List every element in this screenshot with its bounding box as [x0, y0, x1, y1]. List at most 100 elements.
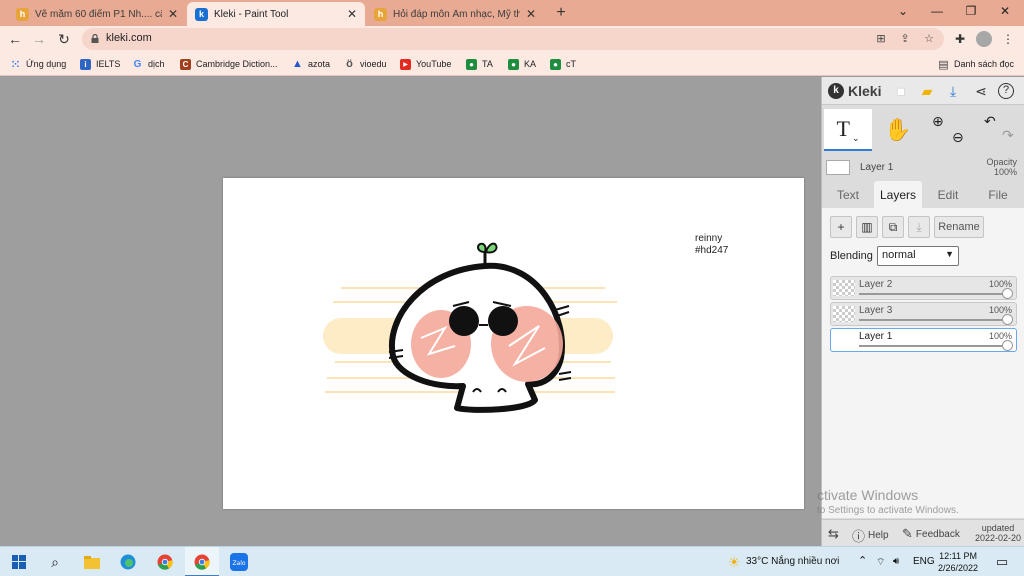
tab-layers[interactable]: Layers — [874, 181, 922, 209]
file-explorer-icon[interactable] — [82, 552, 102, 572]
slider-knob[interactable] — [1002, 340, 1013, 351]
layer-thumbnail — [833, 306, 855, 322]
delete-layer-button[interactable]: ▥ — [856, 216, 878, 238]
rename-layer-button[interactable]: Rename — [934, 216, 984, 238]
merge-layer-button[interactable]: ⤓ — [908, 216, 930, 238]
google-icon: G — [133, 58, 142, 70]
help-button[interactable]: ⓘ Help — [852, 526, 889, 545]
zoom-in-icon[interactable]: ⊕ — [932, 113, 944, 130]
weather-text[interactable]: 33°C Nắng nhiều nơi — [746, 556, 839, 567]
share-icon[interactable]: ⇪ — [898, 32, 912, 46]
new-image-icon[interactable]: ■ — [892, 82, 910, 100]
close-tab-icon[interactable]: ✕ — [526, 7, 536, 21]
duplicate-layer-button[interactable]: ⧉ — [882, 216, 904, 238]
feedback-button[interactable]: ✎ Feedback — [902, 526, 960, 542]
maximize-button[interactable]: ❐ — [954, 0, 988, 24]
current-layer-name: Layer 1 — [860, 162, 894, 173]
layers-tab-body: + ▥ ⧉ ⤓ Rename Blending normal ▼ Layer 2… — [822, 208, 1024, 518]
bookmark-azota[interactable]: ▲ azota — [292, 56, 330, 72]
close-window-button[interactable]: ✕ — [988, 0, 1022, 24]
layer-opacity-slider[interactable] — [859, 319, 1006, 321]
undo-icon[interactable]: ↶ — [984, 113, 996, 130]
browser-toolbar: ← → ↻ kleki.com ⊞ ⇪ ☆ ✚ ⋮ — [0, 26, 1024, 52]
edge-icon[interactable] — [118, 552, 138, 572]
menu-dots-icon[interactable]: ⋮ — [1000, 31, 1016, 47]
zalo-icon[interactable]: Zalo — [229, 552, 249, 572]
browser-tab-2[interactable]: k Kleki - Paint Tool ✕ — [187, 2, 365, 26]
profile-avatar[interactable] — [976, 31, 992, 47]
bookmark-apps[interactable]: ⁙ Ứng dụng — [10, 56, 66, 72]
bookmark-ka[interactable]: ● KA — [508, 56, 536, 72]
close-tab-icon[interactable]: ✕ — [168, 7, 178, 21]
address-bar[interactable]: kleki.com ⊞ ⇪ ☆ — [82, 28, 944, 50]
text-tool-button[interactable]: T ⌄ — [824, 109, 872, 151]
sprout-leaf-left — [477, 242, 487, 254]
zoom-out-icon[interactable]: ⊖ — [952, 129, 964, 146]
tab-edit[interactable]: Edit — [928, 181, 968, 209]
layer-item-2[interactable]: Layer 2 100% — [830, 276, 1017, 300]
windows-taskbar: ⌕ Zalo ☀ 33°C Nắng nhiều nơi ⌃ ⌔ 🔊︎ ENG … — [0, 546, 1024, 576]
bookmark-star-icon[interactable]: ☆ — [922, 32, 936, 46]
bookmark-dich[interactable]: G dịch — [132, 56, 165, 72]
chrome-icon[interactable] — [155, 552, 175, 572]
tab-search-button[interactable]: ⌄ — [886, 0, 920, 24]
ielts-icon: i — [80, 58, 91, 70]
system-clock[interactable]: 12:11 PM 2/26/2022 — [938, 550, 978, 574]
download-icon[interactable]: ⤓ — [944, 82, 962, 100]
minimize-button[interactable]: — — [920, 0, 954, 24]
slider-knob[interactable] — [1002, 314, 1013, 325]
translate-icon[interactable]: ⊞ — [874, 32, 888, 46]
tray-overflow-icon[interactable]: ⌃ — [858, 554, 867, 567]
bookmark-ielts[interactable]: i IELTS — [80, 56, 120, 72]
canvas-workspace[interactable]: reinny #hd247 — [0, 77, 821, 546]
reading-list[interactable]: ▤ Danh sách đọc — [938, 56, 1014, 72]
swap-panel-button[interactable]: ⇆ — [828, 526, 842, 542]
forward-arrow-icon[interactable]: → — [30, 30, 48, 48]
notifications-icon[interactable]: ▭ — [992, 552, 1012, 572]
color-swatch[interactable] — [826, 160, 850, 175]
hand-tool-button[interactable]: ✋ — [874, 109, 922, 151]
bookmark-ta[interactable]: ● TA — [466, 56, 493, 72]
tab-text[interactable]: Text — [828, 181, 868, 209]
tab-file[interactable]: File — [978, 181, 1018, 209]
cute-blob-drawing — [323, 242, 617, 413]
search-icon[interactable]: ⌕ — [45, 552, 65, 572]
help-icon[interactable]: ? — [998, 83, 1014, 99]
reload-icon[interactable]: ↻ — [55, 30, 73, 48]
add-layer-button[interactable]: + — [830, 216, 852, 238]
bookmark-ct[interactable]: ● cT — [550, 56, 576, 72]
zoom-buttons: ⊕ ⊖ — [926, 109, 974, 151]
browser-tab-1[interactable]: h Vẽ mẵm 60 điểm P1 Nh.... câu hỏ ✕ — [8, 2, 186, 26]
open-folder-icon[interactable]: ▰ — [918, 82, 936, 100]
browser-tab-3[interactable]: h Hỏi đáp môn Âm nhạc, Mỹ thuật, ✕ — [366, 2, 544, 26]
network-icon[interactable]: ⌔ — [876, 556, 885, 569]
left-eye — [449, 306, 479, 336]
drawing-canvas[interactable]: reinny #hd247 — [223, 178, 804, 509]
close-tab-icon[interactable]: ✕ — [347, 7, 357, 21]
language-indicator[interactable]: ENG — [913, 556, 935, 567]
blending-select[interactable]: normal ▼ — [877, 246, 959, 266]
hand-icon: ✋ — [884, 117, 912, 142]
layer-thumbnail — [833, 332, 855, 348]
redo-icon[interactable]: ↷ — [1002, 127, 1014, 144]
bookmark-vioedu[interactable]: ö vioedu — [344, 56, 386, 72]
windows-start-icon[interactable] — [9, 552, 29, 572]
chrome-profile-icon[interactable] — [192, 552, 212, 572]
layer-item-1[interactable]: Layer 1 100% — [830, 328, 1017, 352]
weather-sun-icon[interactable]: ☀ — [724, 552, 744, 572]
share-icon[interactable]: ⋖ — [972, 82, 990, 100]
extensions-icon[interactable]: ✚ — [952, 31, 968, 47]
bookmark-cambridge[interactable]: C Cambridge Diction... — [180, 56, 278, 72]
layer-item-3[interactable]: Layer 3 100% — [830, 302, 1017, 326]
layer-opacity-slider[interactable] — [859, 293, 1006, 295]
hoc247-favicon-icon: h — [374, 7, 387, 21]
back-arrow-icon[interactable]: ← — [6, 30, 24, 48]
kleki-logo[interactable]: k Kleki — [828, 82, 881, 100]
slider-knob[interactable] — [1002, 288, 1013, 299]
volume-icon[interactable]: 🔊︎ — [893, 556, 899, 567]
new-tab-button[interactable]: + — [552, 4, 570, 22]
kleki-side-panel: k Kleki ■ ▰ ⤓ ⋖ ? T ⌄ ✋ ⊕ ⊖ ↶ ↷ Layer 1 … — [817, 77, 1024, 546]
trash-icon: ▥ — [861, 220, 873, 234]
layer-opacity-slider[interactable] — [859, 345, 1006, 347]
bookmark-youtube[interactable]: ▶ YouTube — [400, 56, 451, 72]
